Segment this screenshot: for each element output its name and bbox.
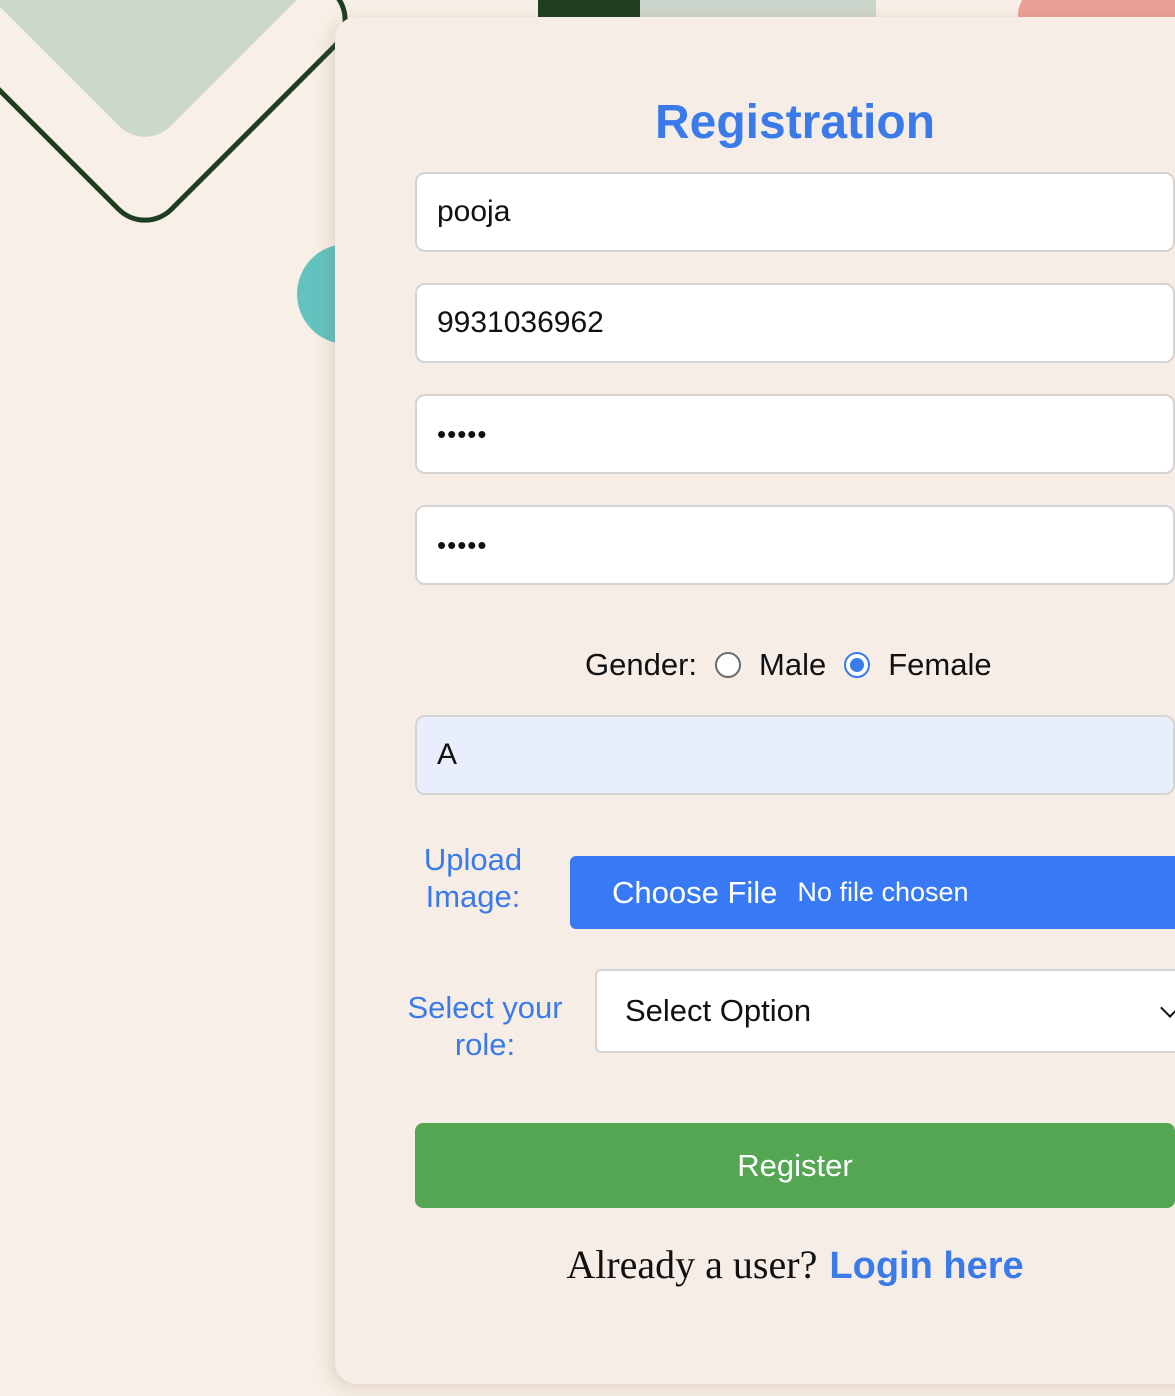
- role-label-line2: role:: [454, 1027, 516, 1062]
- login-prompt-text: Already a user?: [566, 1242, 818, 1287]
- gender-group: Gender: Male Female: [585, 647, 992, 683]
- file-upload-input[interactable]: Choose File No file chosen: [570, 856, 1175, 929]
- choose-file-button[interactable]: Choose File: [612, 875, 777, 911]
- page: Registration pooja 9931036962 ••••• ••••…: [0, 0, 1175, 1396]
- register-button[interactable]: Register: [415, 1123, 1175, 1208]
- gender-option-male[interactable]: Male: [715, 647, 826, 683]
- role-label: Select your role:: [397, 989, 573, 1063]
- password-input[interactable]: •••••: [415, 394, 1175, 474]
- gender-label: Gender:: [585, 647, 698, 682]
- login-prompt: Already a user? Login here: [335, 1241, 1175, 1288]
- upload-image-label: Upload Image:: [413, 841, 533, 915]
- female-radio[interactable]: [844, 652, 871, 678]
- file-status: No file chosen: [797, 877, 969, 907]
- male-label: Male: [759, 647, 827, 682]
- name-input[interactable]: pooja: [415, 172, 1175, 252]
- female-label: Female: [888, 647, 992, 682]
- male-radio[interactable]: [715, 652, 742, 678]
- role-select[interactable]: Select Option: [595, 969, 1175, 1053]
- role-label-line1: Select your: [407, 990, 563, 1025]
- role-select-value: Select Option: [625, 993, 812, 1028]
- login-link[interactable]: Login here: [829, 1245, 1023, 1287]
- chevron-down-icon: [1160, 998, 1175, 1018]
- registration-card: Registration pooja 9931036962 ••••• ••••…: [335, 17, 1175, 1384]
- upload-label-line1: Upload: [423, 842, 523, 877]
- address-input[interactable]: A: [415, 715, 1175, 795]
- decorative-outline-shape: [0, 0, 365, 240]
- form-title: Registration: [654, 96, 936, 149]
- confirm-password-input[interactable]: •••••: [415, 505, 1175, 585]
- decorative-sage-shape: [640, 0, 876, 18]
- phone-input[interactable]: 9931036962: [415, 283, 1175, 363]
- gender-option-female[interactable]: Female: [844, 647, 992, 683]
- upload-label-line2: Image:: [425, 879, 521, 914]
